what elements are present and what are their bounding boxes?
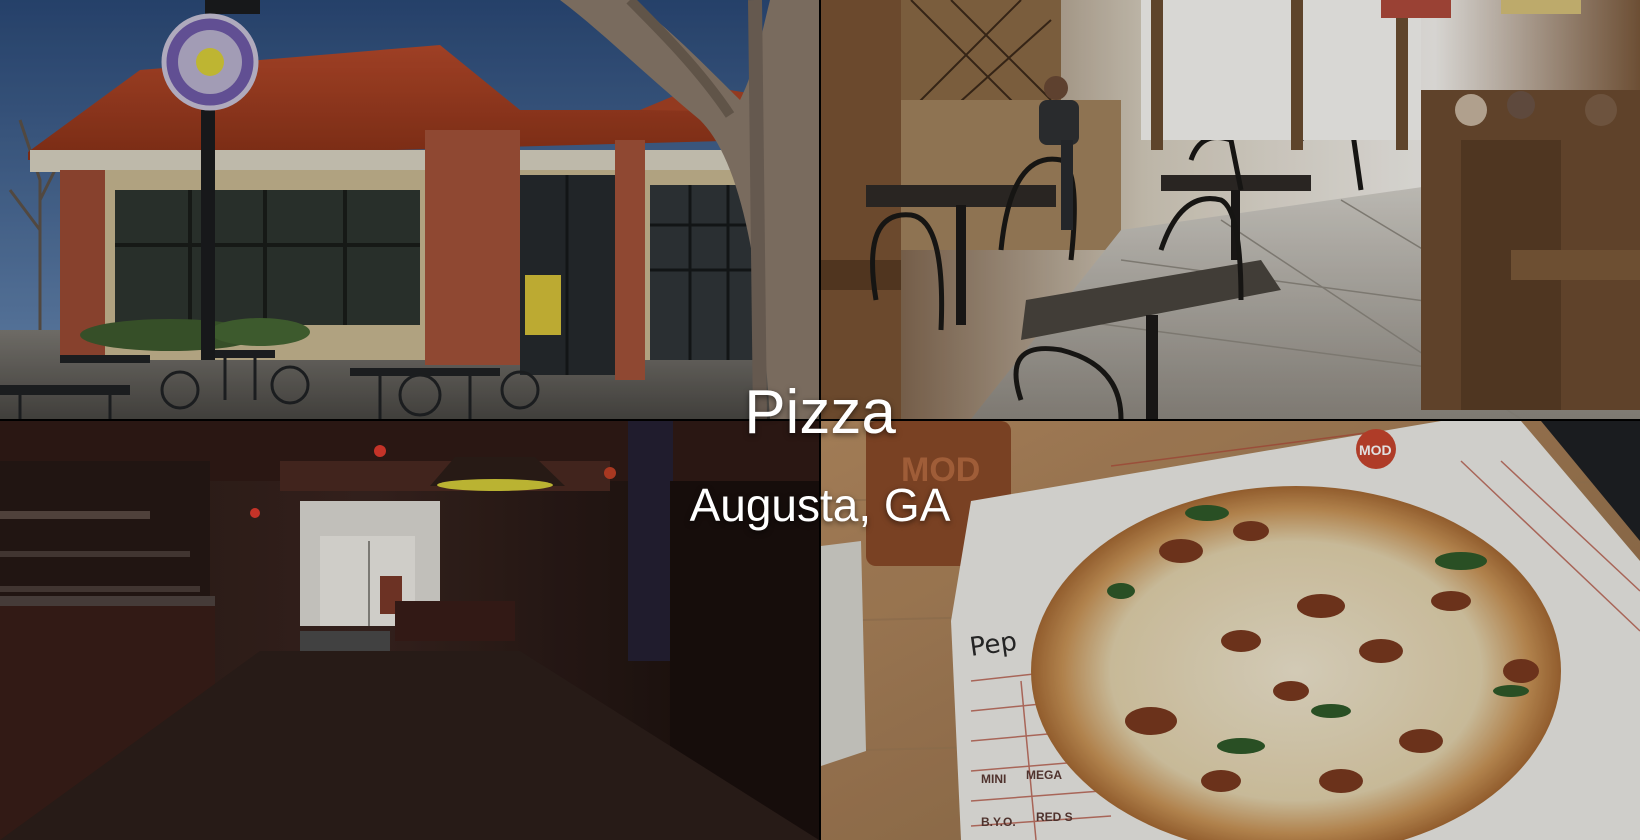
- svg-text:MEGA: MEGA: [1026, 768, 1062, 782]
- location-subtitle: Augusta, GA: [689, 479, 951, 531]
- svg-text:MINI: MINI: [981, 772, 1006, 786]
- dining-room-interior-photo: [821, 0, 1640, 419]
- svg-text:B.Y.O.: B.Y.O.: [981, 815, 1016, 829]
- photo-collage: MOD Pep MINI MEGA B.Y.O. RED S MOD Pizza…: [0, 0, 1640, 840]
- storefront-exterior-photo: [0, 0, 819, 419]
- svg-text:RED S: RED S: [1036, 810, 1073, 824]
- page-title: Pizza: [744, 378, 896, 447]
